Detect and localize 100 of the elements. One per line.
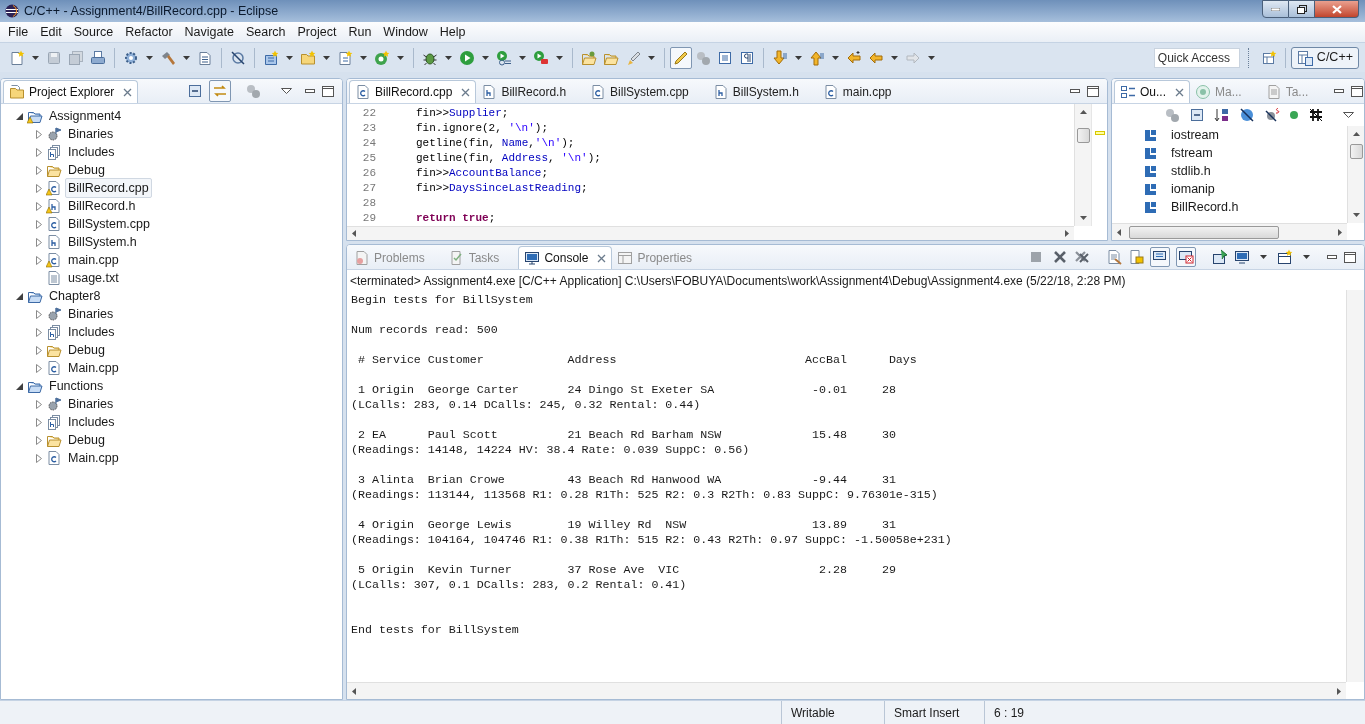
caret-icon[interactable]: [832, 55, 839, 60]
collapsed-icon[interactable]: [34, 201, 43, 211]
tab[interactable]: Project Explorer: [3, 80, 139, 103]
horizontal-scrollbar[interactable]: [347, 682, 1346, 699]
tree-item[interactable]: BillRecord.cpp: [65, 177, 152, 199]
paragraph-icon[interactable]: [739, 49, 755, 66]
pin-icon[interactable]: [1212, 249, 1228, 265]
open-folder-icon[interactable]: [581, 49, 597, 66]
block-icon[interactable]: [717, 49, 733, 66]
back-edit-icon[interactable]: [846, 49, 862, 66]
up-arrow-icon[interactable]: [809, 49, 825, 66]
crossed-circle-icon[interactable]: [230, 49, 246, 66]
collapsed-icon[interactable]: [34, 435, 43, 445]
run-stop-icon[interactable]: [533, 49, 549, 66]
tab[interactable]: main.cpp: [817, 80, 897, 103]
collapsed-icon[interactable]: [34, 183, 43, 193]
collapsed-icon[interactable]: [34, 165, 43, 175]
tab[interactable]: Console: [518, 246, 613, 269]
caret-icon[interactable]: [928, 55, 935, 60]
caret-icon[interactable]: [146, 55, 153, 60]
menu-item[interactable]: Search: [239, 22, 292, 42]
menu-item[interactable]: Run: [342, 22, 378, 42]
tab[interactable]: BillRecord.h: [476, 80, 572, 103]
menu-item[interactable]: Window: [377, 22, 434, 42]
collapsed-icon[interactable]: [34, 399, 43, 409]
new-file-icon[interactable]: [9, 49, 25, 66]
menu-item[interactable]: Source: [67, 22, 120, 42]
caret-icon[interactable]: [519, 55, 526, 60]
new-folder-icon[interactable]: [300, 49, 316, 66]
scroll-thumb[interactable]: [1349, 144, 1363, 159]
minimize-button[interactable]: [1262, 0, 1289, 18]
scroll-thumb[interactable]: [1129, 225, 1279, 239]
collapsed-icon[interactable]: [34, 363, 43, 373]
highlight-icon[interactable]: [670, 46, 692, 69]
link-icon[interactable]: [209, 80, 231, 102]
outline-item[interactable]: BillRecord.h: [1171, 197, 1239, 217]
menu-item[interactable]: Edit: [34, 22, 68, 42]
caret-icon[interactable]: [323, 55, 330, 60]
scroll-lock-icon[interactable]: [1128, 249, 1144, 265]
close-icon[interactable]: [461, 87, 471, 97]
caret-icon[interactable]: [183, 55, 190, 60]
outline-item[interactable]: iomanip: [1171, 179, 1215, 199]
show-errors-icon[interactable]: [1176, 247, 1196, 267]
remove-icon[interactable]: [1052, 249, 1068, 265]
gears-icon[interactable]: [1164, 107, 1180, 123]
expanded-icon[interactable]: [16, 112, 23, 120]
caret-icon[interactable]: [1303, 255, 1310, 259]
caret-icon[interactable]: [360, 55, 367, 60]
collapsed-icon[interactable]: [34, 219, 43, 229]
horizontal-scrollbar[interactable]: [347, 226, 1074, 240]
close-icon[interactable]: [123, 87, 133, 97]
vertical-scrollbar[interactable]: [1347, 126, 1364, 223]
new-c-class-icon[interactable]: [374, 49, 390, 66]
quick-access-field[interactable]: Quick Access: [1153, 47, 1240, 68]
caret-icon[interactable]: [32, 55, 39, 60]
collapsed-icon[interactable]: [34, 255, 43, 265]
new-source-file-icon[interactable]: [337, 49, 353, 66]
collapsed-icon[interactable]: [34, 309, 43, 319]
run-icon[interactable]: [459, 49, 475, 66]
expanded-icon[interactable]: [16, 292, 23, 300]
collapsed-icon[interactable]: [34, 237, 43, 247]
maximize-icon[interactable]: [1087, 85, 1099, 97]
outline-item[interactable]: iostream: [1171, 125, 1219, 145]
print-icon[interactable]: [90, 49, 106, 66]
vertical-scrollbar[interactable]: [1074, 104, 1091, 226]
caret-icon[interactable]: [648, 55, 655, 60]
scroll-thumb[interactable]: [1076, 128, 1090, 143]
clear-console-icon[interactable]: [1106, 249, 1122, 265]
hammer-icon[interactable]: [160, 49, 176, 66]
run-configuration-icon[interactable]: [496, 49, 512, 66]
display-console-icon[interactable]: [1234, 249, 1250, 265]
tab[interactable]: BillRecord.cpp: [349, 80, 477, 103]
menu-item[interactable]: Navigate: [178, 22, 240, 42]
gears-icon[interactable]: [245, 83, 261, 99]
menu-item[interactable]: Project: [291, 22, 343, 42]
collapse-all-icon[interactable]: [1189, 107, 1205, 123]
restore-button[interactable]: [1289, 0, 1315, 18]
caret-icon[interactable]: [397, 55, 404, 60]
close-button[interactable]: [1315, 0, 1359, 18]
tab[interactable]: Ou...: [1114, 80, 1190, 103]
tab[interactable]: BillSystem.h: [707, 80, 804, 103]
maximize-icon[interactable]: [1344, 251, 1356, 263]
vertical-scrollbar[interactable]: [1346, 290, 1364, 682]
perspective-icon[interactable]: [1260, 49, 1277, 66]
caret-icon[interactable]: [1260, 255, 1267, 259]
collapsed-icon[interactable]: [34, 345, 43, 355]
collapse-all-icon[interactable]: [187, 83, 203, 99]
brush-icon[interactable]: [625, 49, 641, 66]
outline-item[interactable]: fstream: [1171, 143, 1213, 163]
collapsed-icon[interactable]: [34, 453, 43, 463]
collapsed-icon[interactable]: [34, 147, 43, 157]
collapsed-icon[interactable]: [34, 417, 43, 427]
perspective-button[interactable]: C/C++: [1290, 46, 1359, 69]
outline-item[interactable]: stdlib.h: [1171, 161, 1211, 181]
open-console-icon[interactable]: [1277, 249, 1293, 265]
caret-icon[interactable]: [795, 55, 802, 60]
menu-item[interactable]: Refactor: [119, 22, 179, 42]
collapsed-icon[interactable]: [34, 129, 43, 139]
maximize-icon[interactable]: [322, 85, 334, 97]
caret-icon[interactable]: [482, 55, 489, 60]
